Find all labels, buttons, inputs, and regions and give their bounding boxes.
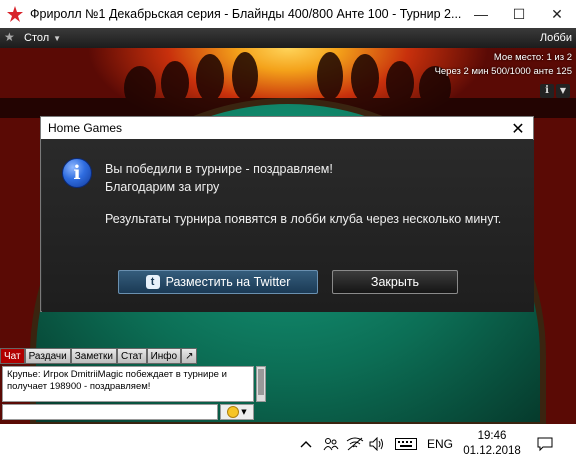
share-twitter-label: Разместить на Twitter	[165, 275, 291, 289]
table-menu-label: Стол	[24, 32, 50, 44]
info-button[interactable]: i	[540, 84, 554, 98]
next-level-text: Через 2 мин 500/1000 анте 125	[434, 66, 572, 77]
chat-input[interactable]	[2, 404, 218, 420]
clock[interactable]: 19:46 01.12.2018	[462, 429, 522, 459]
tab-popout[interactable]: ↗	[181, 348, 198, 364]
clock-date: 01.12.2018	[463, 445, 521, 457]
network-icon[interactable]	[344, 424, 366, 464]
notifications-icon[interactable]	[530, 424, 560, 464]
home-games-dialog: Home Games ✕ i Вы победили в турнире - п…	[40, 116, 534, 312]
pokerstars-logo-icon	[7, 6, 23, 22]
tab-stats[interactable]: Стат	[116, 348, 147, 364]
window-title: Фриролл №1 Декабрьская серия - Блайнды 4…	[30, 7, 462, 21]
dialog-close-icon[interactable]: ✕	[503, 117, 533, 139]
tab-info[interactable]: Инфо	[146, 348, 182, 364]
volume-icon[interactable]	[366, 424, 388, 464]
my-place-text: Мое место: 1 из 2	[493, 52, 572, 63]
dialog-body: i Вы победили в турнире - поздравляем! Б…	[42, 140, 534, 312]
twitter-icon: t	[145, 275, 160, 289]
tab-chat[interactable]: Чат	[0, 348, 25, 364]
maximize-button[interactable]: ☐	[500, 0, 538, 28]
keyboard-icon[interactable]	[392, 424, 420, 464]
window-titlebar: Фриролл №1 Декабрьская серия - Блайнды 4…	[0, 0, 576, 28]
info-dropdown-icon[interactable]: ▼	[556, 84, 570, 98]
win-message: Вы победили в турнире - поздравляем!	[105, 162, 333, 176]
close-window-button[interactable]: ✕	[538, 0, 576, 28]
chat-scrollbar[interactable]	[256, 366, 266, 402]
taskbar: ENG 19:46 01.12.2018	[0, 424, 576, 464]
chat-log: Крупье: Игрок DmitriiMagic побеждает в т…	[2, 366, 254, 402]
dialog-titlebar: Home Games ✕	[41, 117, 533, 139]
lobby-button[interactable]: Лобби	[540, 28, 572, 48]
language-indicator[interactable]: ENG	[424, 424, 456, 464]
smiley-icon	[227, 406, 240, 418]
dialog-title: Home Games	[48, 121, 123, 135]
chevron-down-icon: ▼	[241, 408, 247, 416]
clock-time: 19:46	[477, 430, 507, 442]
star-icon[interactable]: ★	[4, 30, 15, 44]
results-message: Результаты турнира появятся в лобби клуб…	[105, 212, 502, 226]
thanks-message: Благодарим за игру	[105, 180, 220, 194]
info-icon: i	[62, 158, 92, 188]
table-toolbar	[0, 28, 576, 48]
chat-tabs: Чат Раздачи Заметки Стат Инфо ↗	[0, 348, 198, 364]
table-menu-button[interactable]: Стол ▼	[24, 28, 76, 48]
share-twitter-button[interactable]: t Разместить на Twitter	[118, 270, 318, 294]
tab-notes[interactable]: Заметки	[70, 348, 117, 364]
minimize-button[interactable]: —	[462, 0, 500, 28]
people-icon[interactable]	[320, 424, 342, 464]
chevron-down-icon: ▼	[53, 33, 62, 43]
scrollbar-thumb[interactable]	[258, 369, 264, 395]
chevron-up-icon[interactable]	[296, 424, 316, 464]
close-button[interactable]: Закрыть	[332, 270, 458, 294]
tab-hands[interactable]: Раздачи	[24, 348, 71, 364]
emoji-button[interactable]: ▼	[220, 404, 254, 420]
